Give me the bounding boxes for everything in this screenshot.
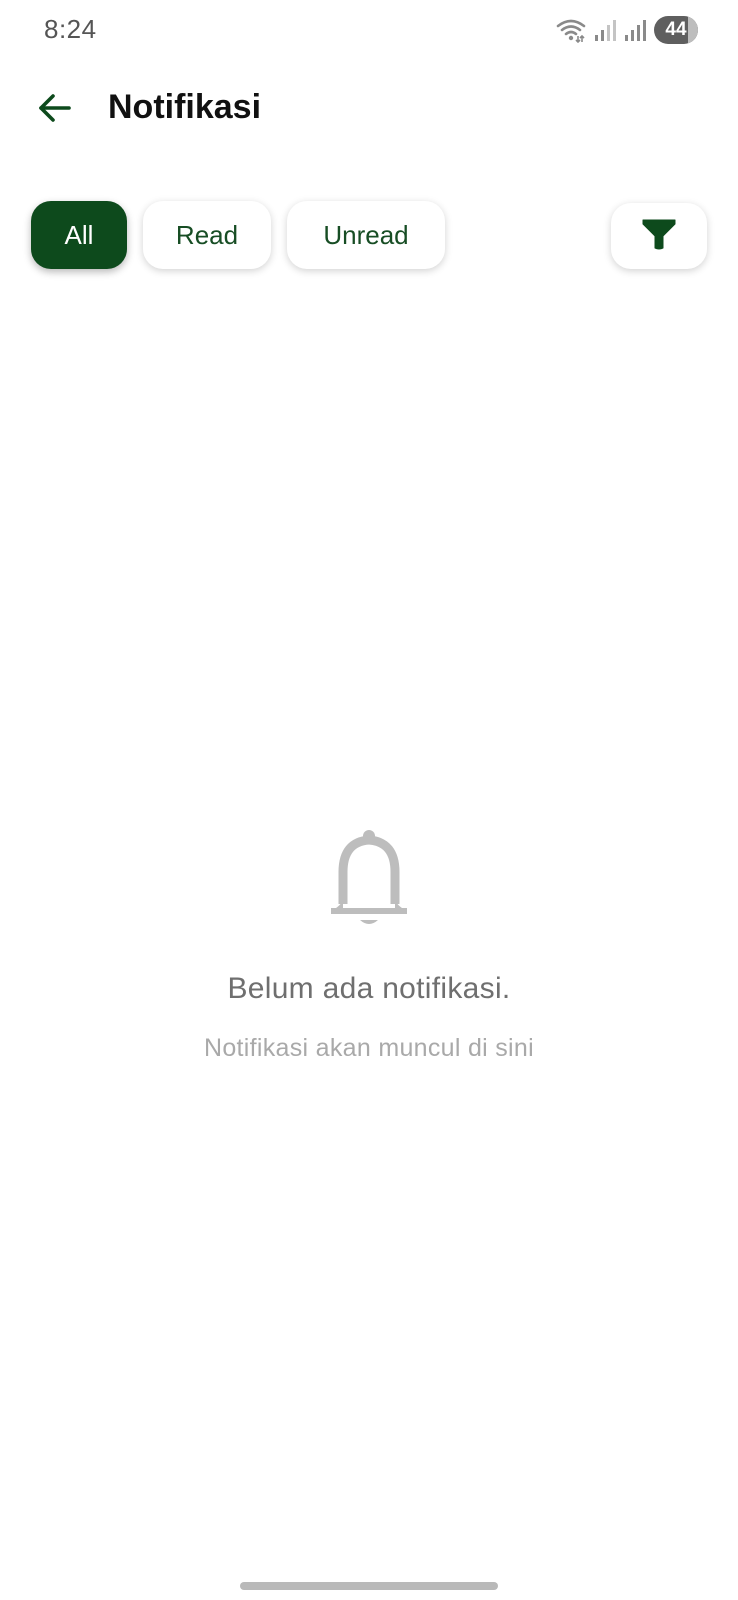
status-icons: 44	[556, 14, 698, 46]
signal-icon	[624, 18, 646, 42]
page-title: Notifikasi	[108, 88, 262, 126]
battery-level: 44	[665, 19, 687, 40]
battery-icon: 44	[654, 16, 698, 44]
back-button[interactable]	[30, 86, 78, 134]
empty-subtitle: Notifikasi akan muncul di sini	[204, 1034, 534, 1062]
status-bar: 8:24 44	[0, 0, 738, 60]
arrow-left-icon	[36, 92, 72, 129]
empty-state: Belum ada notifikasi. Notifikasi akan mu…	[0, 826, 738, 1063]
filter-button[interactable]	[611, 203, 707, 269]
bell-icon	[319, 826, 419, 932]
signal-icon	[594, 18, 616, 42]
status-time: 8:24	[44, 14, 97, 44]
empty-title: Belum ada notifikasi.	[227, 972, 511, 1005]
funnel-icon	[641, 216, 677, 257]
app-header: Notifikasi	[0, 70, 738, 150]
home-indicator[interactable]	[240, 1582, 498, 1590]
wifi-icon	[556, 17, 586, 43]
tab-unread[interactable]: Unread	[287, 201, 445, 269]
tab-read[interactable]: Read	[143, 201, 271, 269]
tab-all[interactable]: All	[31, 201, 127, 269]
